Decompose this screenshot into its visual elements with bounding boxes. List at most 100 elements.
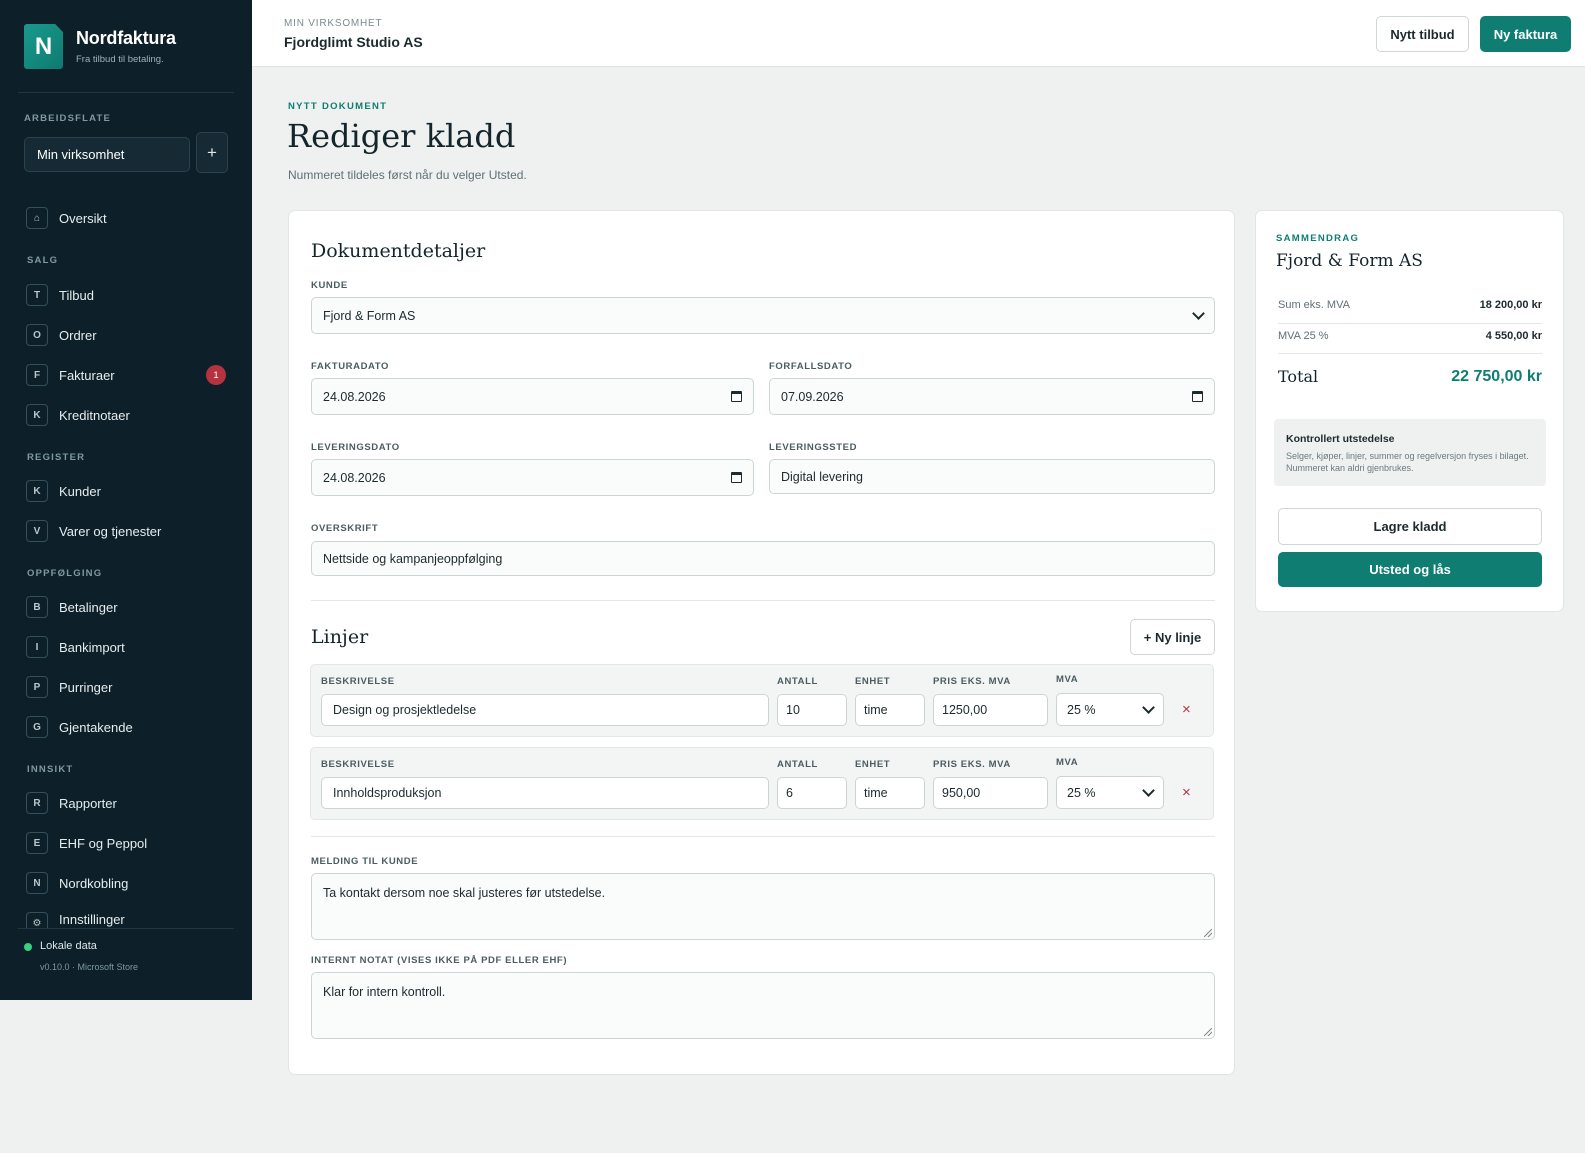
brand[interactable]: N Nordfaktura Fra tilbud til betaling. bbox=[24, 24, 176, 69]
nav-reports[interactable]: R Rapporter bbox=[26, 792, 226, 814]
nav-payments[interactable]: B Betalinger bbox=[26, 596, 226, 618]
new-quote-button[interactable]: Nytt tilbud bbox=[1376, 16, 1469, 52]
workspace-select[interactable]: Min virksomhet bbox=[24, 137, 190, 172]
brand-tagline: Fra tilbud til betaling. bbox=[76, 54, 164, 65]
vat-col-label: MVA bbox=[1056, 757, 1079, 768]
calendar-icon[interactable] bbox=[1192, 391, 1203, 402]
customer-message-value: Ta kontakt dersom noe skal justeres før … bbox=[323, 886, 606, 900]
nav-recurring[interactable]: G Gjentakende bbox=[26, 716, 226, 738]
nav-label: Kunder bbox=[59, 483, 101, 499]
nav-customers[interactable]: K Kunder bbox=[26, 480, 226, 502]
line-qty-input[interactable]: 6 bbox=[777, 777, 847, 809]
nav-credit-notes[interactable]: K Kreditnotaer bbox=[26, 404, 226, 426]
line-vat-value: 25 % bbox=[1067, 785, 1096, 800]
description-col-label: BESKRIVELSE bbox=[321, 759, 395, 770]
customer-message-textarea[interactable]: Ta kontakt dersom noe skal justeres før … bbox=[311, 873, 1215, 940]
workspace-value: Min virksomhet bbox=[37, 147, 125, 162]
line-unit-input[interactable]: time bbox=[855, 777, 925, 809]
line-qty-value: 6 bbox=[786, 786, 793, 800]
section-followup: OPPFØLGING bbox=[27, 568, 103, 579]
delivery-place-field[interactable]: Digital levering bbox=[769, 459, 1215, 494]
line-description-value: Innholdsproduksjon bbox=[333, 786, 442, 800]
gear-icon: ⚙ bbox=[26, 912, 48, 928]
resize-handle-icon[interactable] bbox=[1204, 1028, 1212, 1036]
add-line-button[interactable]: + Ny linje bbox=[1130, 619, 1215, 655]
nav-ehf-peppol[interactable]: E EHF og Peppol bbox=[26, 832, 226, 854]
nav-settings[interactable]: ⚙ Innstillinger bbox=[26, 912, 226, 928]
internal-note-textarea[interactable]: Klar for intern kontroll. bbox=[311, 972, 1215, 1039]
line-description-input[interactable]: Design og prosjektledelse bbox=[321, 694, 769, 726]
resize-handle-icon[interactable] bbox=[1204, 929, 1212, 937]
section-workspace: ARBEIDSFLATE bbox=[24, 113, 112, 124]
logo-icon: N bbox=[24, 24, 63, 69]
invoice-date-value: 24.08.2026 bbox=[323, 389, 386, 404]
chevron-down-icon bbox=[1192, 307, 1205, 320]
nav-label: Rapporter bbox=[59, 795, 117, 811]
document-card bbox=[288, 210, 1235, 1075]
due-date-value: 07.09.2026 bbox=[781, 389, 844, 404]
net-value: 18 200,00 kr bbox=[1479, 299, 1542, 311]
customer-label: KUNDE bbox=[311, 280, 348, 291]
nav-reminders[interactable]: P Purringer bbox=[26, 676, 226, 698]
vat-label: MVA 25 % bbox=[1278, 330, 1329, 342]
line-price-value: 950,00 bbox=[942, 786, 981, 800]
calendar-icon[interactable] bbox=[731, 391, 742, 402]
line-vat-select[interactable]: 25 % bbox=[1056, 693, 1164, 726]
invoices-key-icon: F bbox=[26, 364, 48, 386]
nav-nordkobling[interactable]: N Nordkobling bbox=[26, 872, 226, 894]
line-price-input[interactable]: 1250,00 bbox=[933, 694, 1048, 726]
nav-label: Varer og tjenester bbox=[59, 523, 162, 539]
nav-label: Purringer bbox=[59, 679, 113, 695]
sidebar: N Nordfaktura Fra tilbud til betaling. A… bbox=[0, 0, 252, 1000]
save-draft-button[interactable]: Lagre kladd bbox=[1278, 508, 1542, 545]
heading-field[interactable]: Nettside og kampanjeoppfølging bbox=[311, 541, 1215, 576]
line-qty-input[interactable]: 10 bbox=[777, 694, 847, 726]
home-icon: ⌂ bbox=[26, 207, 48, 229]
remove-line-icon[interactable]: × bbox=[1182, 784, 1191, 801]
delivery-date-value: 24.08.2026 bbox=[323, 470, 386, 485]
nav-orders[interactable]: O Ordrer bbox=[26, 324, 226, 346]
line-vat-value: 25 % bbox=[1067, 702, 1096, 717]
nav-bank-import[interactable]: I Bankimport bbox=[26, 636, 226, 658]
invoice-date-label: FAKTURADATO bbox=[311, 361, 390, 372]
details-heading: Dokumentdetaljer bbox=[311, 240, 486, 262]
line-description-input[interactable]: Innholdsproduksjon bbox=[321, 777, 769, 809]
qty-col-label: ANTALL bbox=[777, 676, 818, 687]
section-insight: INNSIKT bbox=[27, 764, 74, 775]
divider bbox=[18, 92, 234, 93]
nav-quotes[interactable]: T Tilbud bbox=[26, 284, 226, 306]
bank-import-key-icon: I bbox=[26, 636, 48, 658]
nav-label: Nordkobling bbox=[59, 875, 129, 891]
status-dot-icon bbox=[24, 943, 32, 951]
page-kicker: NYTT DOKUMENT bbox=[288, 101, 388, 112]
due-date-label: FORFALLSDATO bbox=[769, 361, 853, 372]
summary-card: SAMMENDRAG Fjord & Form AS Sum eks. MVA … bbox=[1255, 210, 1564, 612]
customer-select[interactable]: Fjord & Form AS bbox=[311, 297, 1215, 334]
nav-invoices[interactable]: F Fakturaer 1 bbox=[26, 364, 226, 386]
line-unit-value: time bbox=[864, 703, 888, 717]
notice-title: Kontrollert utstedelse bbox=[1286, 433, 1395, 445]
page-title: Rediger kladd bbox=[287, 117, 516, 155]
due-date-field[interactable]: 07.09.2026 bbox=[769, 378, 1215, 415]
line-vat-select[interactable]: 25 % bbox=[1056, 776, 1164, 809]
ehf-key-icon: E bbox=[26, 832, 48, 854]
summary-vat-row: MVA 25 % 4 550,00 kr bbox=[1278, 330, 1542, 342]
summary-customer: Fjord & Form AS bbox=[1276, 251, 1423, 271]
divider bbox=[18, 928, 234, 929]
line-price-input[interactable]: 950,00 bbox=[933, 777, 1048, 809]
vat-value: 4 550,00 kr bbox=[1485, 330, 1542, 342]
delivery-place-label: LEVERINGSSTED bbox=[769, 442, 858, 453]
section-register: REGISTER bbox=[27, 452, 86, 463]
nav-overview[interactable]: ⌂ Oversikt bbox=[26, 207, 226, 229]
add-workspace-button[interactable]: + bbox=[196, 132, 228, 173]
new-invoice-button[interactable]: Ny faktura bbox=[1480, 16, 1571, 52]
chevron-down-icon bbox=[1142, 701, 1155, 714]
nav-products[interactable]: V Varer og tjenester bbox=[26, 520, 226, 542]
brand-name: Nordfaktura bbox=[76, 28, 176, 48]
remove-line-icon[interactable]: × bbox=[1182, 701, 1191, 718]
calendar-icon[interactable] bbox=[731, 472, 742, 483]
delivery-date-field[interactable]: 24.08.2026 bbox=[311, 459, 754, 496]
issue-and-lock-button[interactable]: Utsted og lås bbox=[1278, 552, 1542, 587]
invoice-date-field[interactable]: 24.08.2026 bbox=[311, 378, 754, 415]
line-unit-input[interactable]: time bbox=[855, 694, 925, 726]
